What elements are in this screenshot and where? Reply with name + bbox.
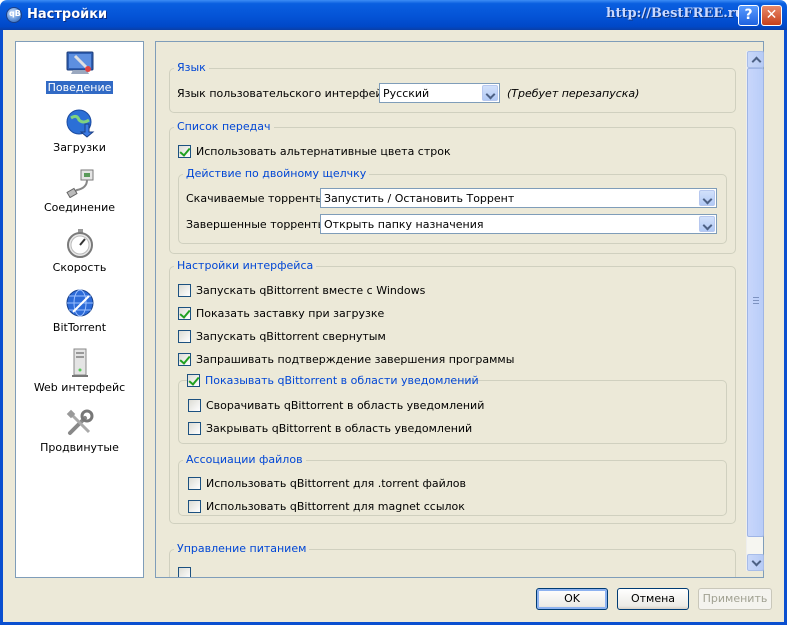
grip-icon	[753, 297, 759, 304]
sidebar-item-label: BitTorrent	[52, 321, 107, 334]
network-plug-icon	[66, 169, 94, 198]
checkbox-checked	[178, 353, 191, 366]
sidebar-item-web-ui[interactable]: Web интерфейс	[16, 346, 143, 404]
monitor-wrench-icon	[66, 51, 94, 74]
chevron-down-icon	[699, 216, 715, 232]
restart-note: (Требует перезапуска)	[507, 87, 640, 100]
checkbox-checked	[187, 374, 200, 387]
checkbox-unchecked	[178, 567, 191, 577]
sidebar-item-label: Скорость	[52, 261, 107, 274]
completed-torrents-label: Завершенные торренты:	[186, 218, 331, 231]
sidebar-item-label: Продвинутые	[40, 441, 119, 454]
checkbox-unchecked	[178, 284, 191, 297]
power-group-title: Управление питанием	[174, 542, 310, 555]
language-select[interactable]: Русский	[379, 83, 500, 103]
cancel-button[interactable]: Отмена	[617, 588, 689, 610]
sidebar-item-downloads[interactable]: Загрузки	[16, 106, 143, 164]
chevron-down-icon	[482, 85, 498, 101]
sidebar-item-connection[interactable]: Соединение	[16, 166, 143, 224]
sidebar-item-speed[interactable]: Скорость	[16, 226, 143, 284]
help-button[interactable]: ?	[738, 5, 759, 26]
bittorrent-globe-icon	[66, 289, 94, 317]
downloading-torrents-label: Скачиваемые торренты:	[186, 192, 328, 205]
sidebar-item-label: Соединение	[43, 201, 115, 214]
title-bar[interactable]: qB Настройки http://BestFREE.ru ? ✕	[0, 0, 787, 30]
scroll-down-button[interactable]	[747, 554, 764, 571]
completed-action-select[interactable]: Открыть папку назначения	[320, 214, 717, 234]
qbittorrent-app-icon: qB	[6, 7, 22, 23]
chevron-down-icon	[699, 190, 715, 206]
sidebar-item-label: Web интерфейс	[33, 381, 126, 394]
sidebar-item-advanced[interactable]: Продвинутые	[16, 406, 143, 464]
settings-category-list: Поведение Загрузки Соединение Скорость B…	[15, 41, 144, 578]
window-title: Настройки	[27, 7, 108, 22]
sidebar-item-bittorrent[interactable]: BitTorrent	[16, 286, 143, 344]
apply-button[interactable]: Применить	[698, 588, 772, 610]
close-button[interactable]: ✕	[761, 5, 782, 26]
checkbox-unchecked	[188, 399, 201, 412]
transfer-list-group-title: Список передач	[174, 120, 274, 133]
settings-scrollbar[interactable]	[746, 51, 764, 571]
checkbox-unchecked	[178, 330, 191, 343]
language-group-title: Язык	[174, 61, 209, 74]
stopwatch-icon	[67, 229, 93, 258]
sidebar-item-label: Загрузки	[53, 141, 106, 154]
double-click-group-title: Действие по двойному щелчку	[183, 167, 370, 180]
scroll-thumb[interactable]	[747, 68, 764, 537]
settings-panel: Язык Язык пользовательского интерфейса: …	[155, 41, 764, 578]
tools-icon	[66, 409, 94, 435]
interface-group-title: Настройки интерфейса	[174, 259, 317, 272]
globe-download-icon	[66, 109, 95, 138]
server-tower-icon	[72, 348, 88, 377]
checkbox-checked	[178, 307, 191, 320]
show-in-tray-checkbox[interactable]: Показывать qBittorrent в области уведомл…	[187, 374, 479, 388]
ok-button[interactable]: OK	[536, 588, 608, 610]
checkbox-checked	[178, 145, 191, 158]
scroll-up-button[interactable]	[747, 51, 764, 68]
file-associations-group-title: Ассоциации файлов	[183, 453, 306, 466]
watermark-text: http://BestFREE.ru	[606, 6, 745, 21]
checkbox-unchecked	[188, 422, 201, 435]
checkbox-unchecked	[188, 477, 201, 490]
downloading-action-select[interactable]: Запустить / Остановить Торрент	[320, 188, 717, 208]
sidebar-item-behavior[interactable]: Поведение	[16, 46, 143, 104]
sidebar-item-label: Поведение	[45, 81, 114, 94]
checkbox-unchecked	[188, 500, 201, 513]
language-label: Язык пользовательского интерфейса:	[177, 87, 399, 100]
